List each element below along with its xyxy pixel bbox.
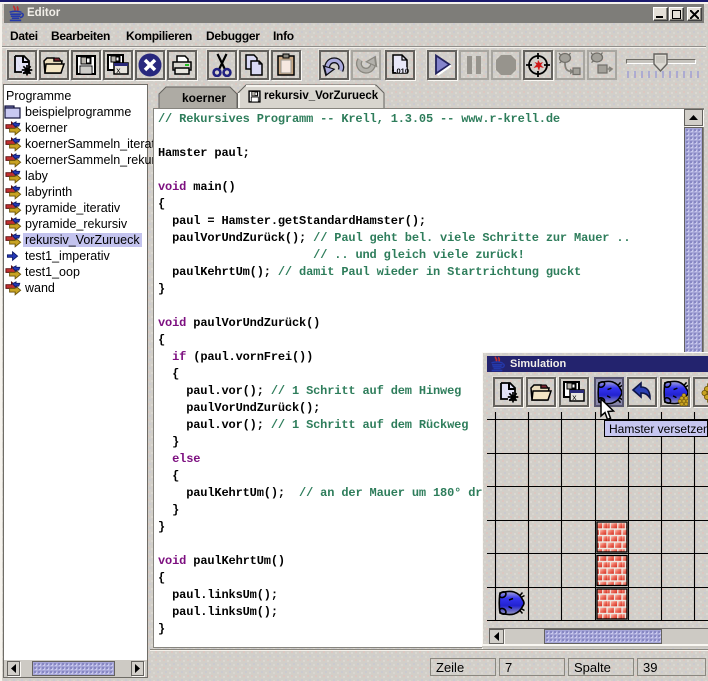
svg-text:010: 010: [397, 67, 410, 76]
svg-text:x: x: [572, 394, 577, 403]
svg-text:x: x: [116, 67, 121, 76]
